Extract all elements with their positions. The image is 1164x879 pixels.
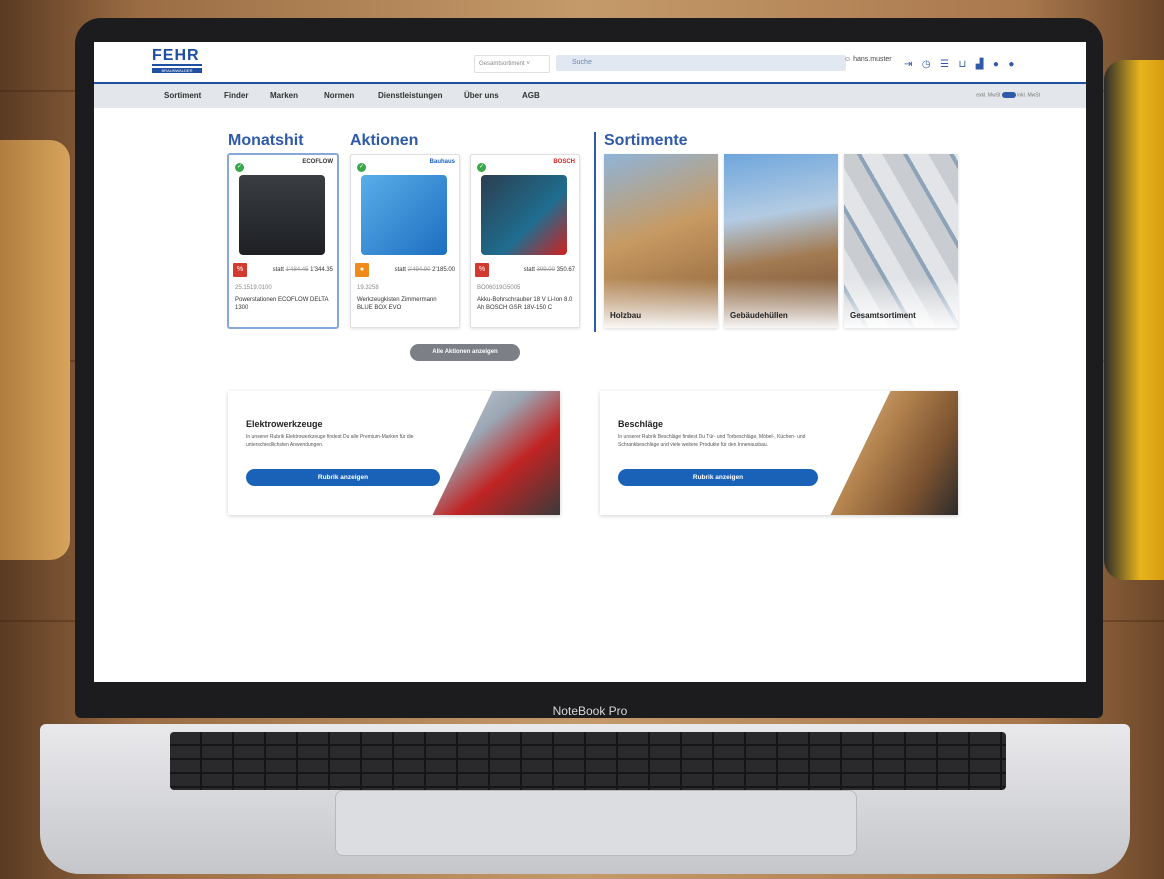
search-placeholder: Suche: [572, 59, 592, 66]
product-title: Powerstationen ECOFLOW DELTA 1300: [235, 297, 329, 311]
tile-label: Holzbau: [610, 311, 642, 320]
scope-select[interactable]: Gesamtsortiment ˅: [474, 55, 550, 73]
sortimente-title: Sortimente: [604, 132, 688, 149]
product-sku: 19.3258: [357, 285, 379, 291]
product-image: [361, 175, 447, 255]
tile-label: Gebäudehüllen: [730, 311, 788, 320]
banner-text: In unserer Rubrik Elektrowerkzeuge finde…: [246, 434, 414, 448]
logo-sub-text: BRAUNWALDER: [152, 68, 202, 73]
language-de-icon[interactable]: ●: [993, 59, 999, 70]
banner-elektrowerkzeuge: Elektrowerkzeuge In unserer Rubrik Elekt…: [228, 391, 560, 515]
product-brand: BOSCH: [553, 159, 575, 165]
product-title: Werkzeugkisten Zimmermann BLUE BOX EVO: [357, 297, 437, 311]
discount-badge: ●: [355, 263, 369, 277]
banner-image: [432, 391, 560, 515]
old-price: 399.00: [536, 267, 555, 273]
cart-icon[interactable]: ⊔: [958, 59, 966, 70]
product-sku: 25.1519.0100: [235, 285, 272, 291]
category-tile-holzbau[interactable]: Holzbau: [604, 154, 718, 328]
banner-beschlaege: Beschläge In unserer Rubrik Beschläge fi…: [600, 391, 958, 515]
list-icon[interactable]: ☰: [940, 59, 949, 70]
price-prefix: statt: [523, 267, 535, 273]
product-title: Akku-Bohrschrauber 18 V Li-Ion 8.0 Ah BO…: [477, 297, 573, 311]
nav-normen[interactable]: Normen: [324, 91, 354, 100]
tile-fade: [604, 278, 718, 328]
nav-sortiment[interactable]: Sortiment: [164, 91, 201, 100]
old-price: 1'484.45: [285, 267, 309, 273]
chart-icon[interactable]: ▟: [976, 59, 984, 70]
new-price: 2'185.00: [432, 267, 455, 273]
product-price: statt 1'484.45 1'344.35: [273, 267, 333, 273]
company-logo[interactable]: FEHR BRAUNWALDER: [152, 48, 202, 76]
monatshit-title: Monatshit: [228, 132, 304, 149]
device-label: NoteBook Pro: [552, 704, 628, 718]
vat-switch[interactable]: [1001, 92, 1016, 98]
user-account[interactable]: ☺ hans.muster: [844, 56, 892, 63]
product-price: statt 399.00 350.67: [524, 267, 575, 273]
banner-title: Beschläge: [618, 419, 664, 429]
vat-incl-label: inkl. MwSt: [1017, 92, 1040, 99]
power-tool-decoration: [1104, 60, 1164, 580]
all-actions-button[interactable]: Alle Aktionen anzeigen: [410, 344, 520, 361]
rubrik-button-elektrowerkzeuge[interactable]: Rubrik anzeigen: [246, 469, 440, 486]
keyboard: [170, 732, 1006, 790]
new-price: 1'344.35: [310, 267, 333, 273]
aktionen-title: Aktionen: [350, 132, 419, 149]
nav-agb[interactable]: AGB: [522, 91, 540, 100]
product-sku: BO06019G5005: [477, 285, 521, 291]
search-input[interactable]: Suche: [556, 55, 846, 71]
scope-select-value: Gesamtsortiment: [479, 61, 525, 67]
header-icons: ⇥ ◷ ☰ ⊔ ▟ ● ●: [904, 54, 1034, 70]
product-image: [239, 175, 325, 255]
user-name: hans.muster: [853, 56, 892, 63]
tile-fade: [724, 278, 838, 328]
section-divider: [594, 132, 596, 332]
available-check-icon: ✓: [477, 163, 486, 172]
product-brand: ECOFLOW: [302, 159, 333, 165]
old-price: 2'494.90: [407, 267, 431, 273]
product-price: statt 2'494.90 2'185.00: [395, 267, 455, 273]
category-tile-gebaeudehuellen[interactable]: Gebäudehüllen: [724, 154, 838, 328]
nav-dienstleistungen[interactable]: Dienstleistungen: [378, 91, 442, 100]
rubrik-button-beschlaege[interactable]: Rubrik anzeigen: [618, 469, 818, 486]
logout-icon[interactable]: ⇥: [904, 59, 912, 70]
vat-excl-label: exkl. MwSt: [976, 92, 1001, 99]
category-tile-gesamtsortiment[interactable]: Gesamtsortiment: [844, 154, 958, 328]
user-icon: ☺: [844, 56, 852, 63]
product-image: [481, 175, 567, 255]
tile-fade: [844, 278, 958, 328]
tape-measure-decoration: [0, 140, 70, 560]
available-check-icon: ✓: [357, 163, 366, 172]
vat-toggle[interactable]: exkl. MwSt inkl. MwSt: [976, 92, 1040, 98]
price-prefix: statt: [272, 267, 284, 273]
nav-ueber-uns[interactable]: Über uns: [464, 91, 499, 100]
banner-text: In unserer Rubrik Beschläge findest Du T…: [618, 434, 806, 448]
nav-finder[interactable]: Finder: [224, 91, 248, 100]
product-card[interactable]: ECOFLOW ✓ % statt 1'484.45 1'344.35 25.1…: [228, 154, 338, 328]
new-price: 350.67: [556, 267, 575, 273]
top-header: FEHR BRAUNWALDER Gesamtsortiment ˅ Suche…: [94, 42, 1086, 84]
product-card[interactable]: Bauhaus ✓ ● statt 2'494.90 2'185.00 19.3…: [350, 154, 460, 328]
price-prefix: statt: [394, 267, 406, 273]
product-brand: Bauhaus: [429, 159, 455, 165]
available-check-icon: ✓: [235, 163, 244, 172]
banner-image: [830, 391, 958, 515]
trackpad: [335, 790, 857, 856]
language-fr-icon[interactable]: ●: [1008, 59, 1014, 70]
tile-label: Gesamtsortiment: [850, 311, 916, 320]
browser-screen: FEHR BRAUNWALDER Gesamtsortiment ˅ Suche…: [94, 42, 1086, 682]
nav-marken[interactable]: Marken: [270, 91, 298, 100]
logo-main-text: FEHR: [152, 48, 202, 66]
history-icon[interactable]: ◷: [922, 59, 931, 70]
discount-badge: %: [475, 263, 489, 277]
product-card[interactable]: BOSCH ✓ % statt 399.00 350.67 BO06019G50…: [470, 154, 580, 328]
discount-badge: %: [233, 263, 247, 277]
banner-title: Elektrowerkzeuge: [246, 419, 323, 429]
main-nav: Sortiment Finder Marken Normen Dienstlei…: [94, 84, 1086, 108]
